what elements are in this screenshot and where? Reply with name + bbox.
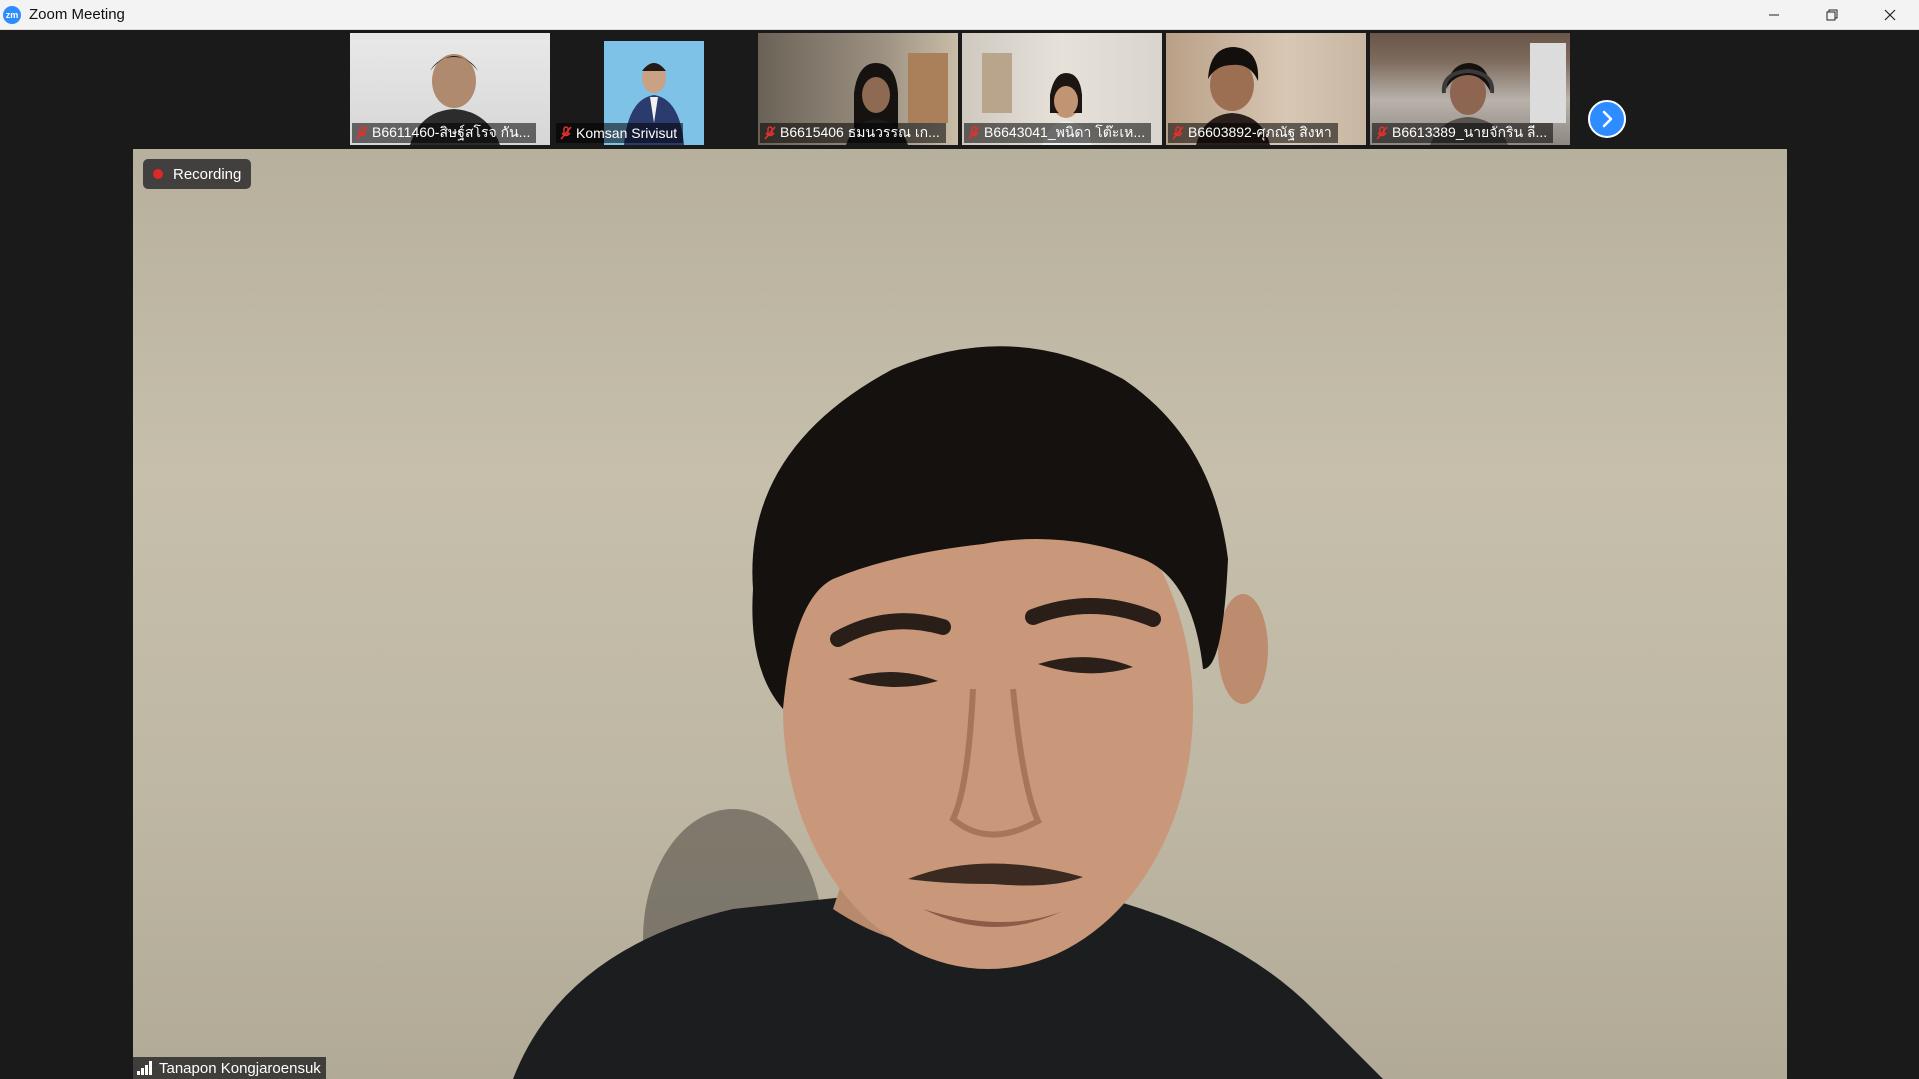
participant-gallery: B6611460-สิษฐ์สโรจ กัน... Komsan Srivisu…: [0, 30, 1919, 148]
title-bar: zm Zoom Meeting: [0, 0, 1919, 30]
restore-button[interactable]: [1803, 0, 1861, 29]
participant-label: Komsan Srivisut: [556, 123, 684, 143]
participant-tile[interactable]: B6603892-ศุภณัฐ สิงหา: [1166, 33, 1366, 145]
speaker-name-label: Tanapon Kongjaroensuk: [133, 1057, 326, 1079]
participant-name: B6603892-ศุภณัฐ สิงหา: [1188, 124, 1332, 140]
participant-tile[interactable]: B6615406 ธมนวรรณ เก...: [758, 33, 958, 145]
speaker-name: Tanapon Kongjaroensuk: [159, 1059, 321, 1077]
active-speaker-video[interactable]: Recording Tanapon Kongjaroensuk: [133, 149, 1787, 1079]
participant-name: B6615406 ธมนวรรณ เก...: [780, 124, 940, 140]
zoom-app-icon: zm: [3, 5, 21, 24]
window-title: Zoom Meeting: [29, 6, 125, 23]
restore-icon: [1826, 9, 1838, 20]
recording-indicator[interactable]: Recording: [143, 159, 252, 189]
participant-label: B6615406 ธมนวรรณ เก...: [760, 123, 946, 143]
signal-bars-icon: [137, 1061, 153, 1075]
chevron-right-icon: [1602, 110, 1613, 128]
mic-muted-icon: [964, 123, 984, 143]
participant-name: Komsan Srivisut: [576, 125, 678, 141]
minimize-button[interactable]: [1745, 0, 1803, 29]
participant-label: B6613389_นายจักริน ลี...: [1372, 123, 1554, 143]
mic-muted-icon: [352, 123, 372, 143]
participant-tile[interactable]: B6613389_นายจักริน ลี...: [1370, 33, 1570, 145]
speaker-video-frame: [513, 346, 1383, 1079]
recording-label: Recording: [173, 165, 242, 183]
recording-dot-icon: [153, 169, 163, 179]
mic-muted-icon: [556, 123, 576, 143]
mic-muted-icon: [760, 123, 780, 143]
close-icon: [1884, 9, 1896, 20]
minimize-icon: [1769, 14, 1779, 15]
next-page-button[interactable]: [1588, 100, 1626, 138]
mic-muted-icon: [1372, 123, 1392, 143]
window-controls: [1745, 0, 1919, 29]
mic-muted-icon: [1168, 123, 1188, 143]
participant-name: B6611460-สิษฐ์สโรจ กัน...: [372, 124, 531, 140]
participant-name: B6613389_นายจักริน ลี...: [1392, 124, 1548, 140]
participant-label: B6611460-สิษฐ์สโรจ กัน...: [352, 123, 537, 143]
participant-tile[interactable]: B6643041_พนิดา โต๊ะเห...: [962, 33, 1162, 145]
participant-name: B6643041_พนิดา โต๊ะเห...: [984, 124, 1146, 140]
participant-tile[interactable]: Komsan Srivisut: [554, 33, 754, 145]
close-button[interactable]: [1861, 0, 1919, 29]
participant-label: B6603892-ศุภณัฐ สิงหา: [1168, 123, 1338, 143]
participant-label: B6643041_พนิดา โต๊ะเห...: [964, 123, 1152, 143]
participant-tile[interactable]: B6611460-สิษฐ์สโรจ กัน...: [350, 33, 550, 145]
